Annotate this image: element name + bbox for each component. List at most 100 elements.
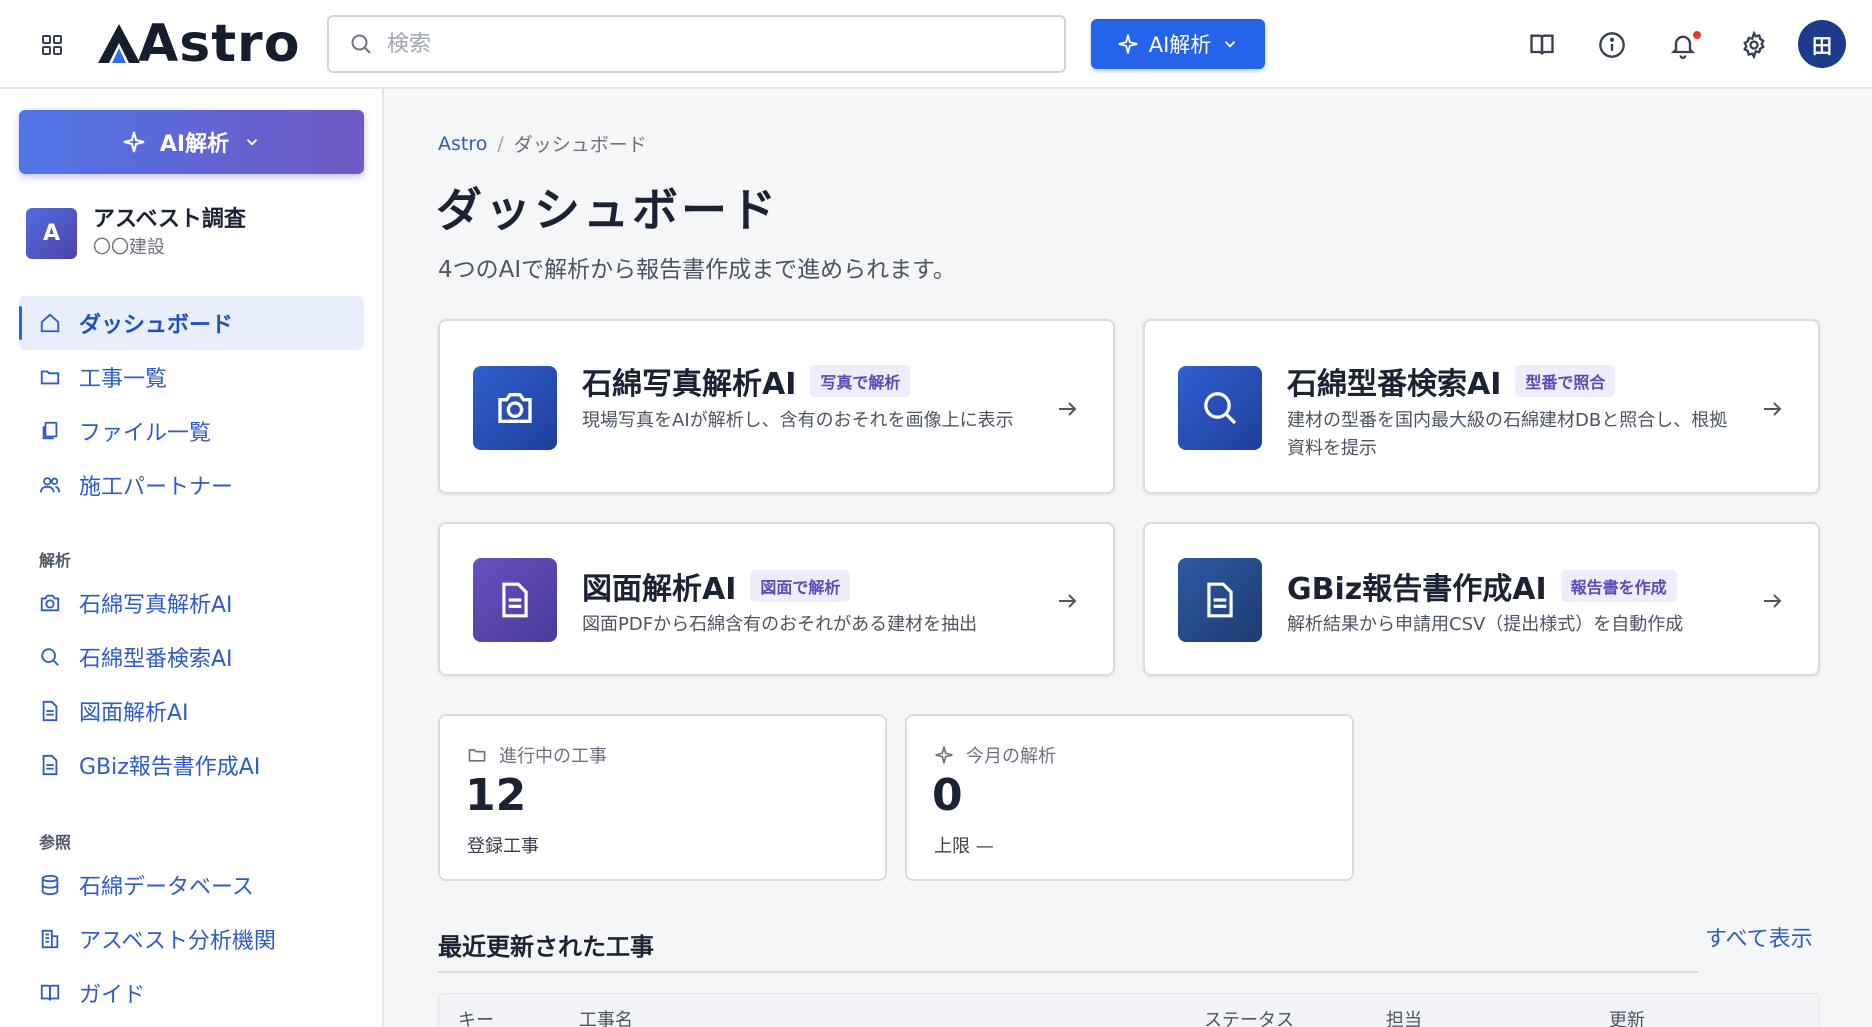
sidebar-item-gbiz-ai[interactable]: GBiz報告書作成AI xyxy=(19,738,364,792)
sparkle-icon xyxy=(123,131,145,153)
arrow-right-icon xyxy=(1764,594,1782,608)
sidebar-item-drawing-ai[interactable]: 図面解析AI xyxy=(19,684,364,738)
arrow-right-icon xyxy=(1059,594,1077,608)
card-description: 現場写真をAIが解析し、含有のおそれを画像上に表示 xyxy=(582,410,1014,431)
stat-sub: 登録工事 xyxy=(467,836,539,857)
sidebar-item-label: 石綿データベース xyxy=(79,875,254,900)
card-title: 石綿写真解析AI xyxy=(582,367,797,402)
search-icon xyxy=(41,648,59,666)
database-icon xyxy=(41,874,59,896)
document-icon xyxy=(42,700,58,722)
gear-icon[interactable] xyxy=(1740,31,1768,59)
card-drawing-ai[interactable]: 図面解析AI 図面で解析 図面PDFから石綿含有のおそれがある建材を抽出 xyxy=(438,522,1115,676)
astro-logo[interactable]: Astro xyxy=(96,18,300,70)
divider xyxy=(438,971,1698,973)
column-header-key[interactable]: キー xyxy=(458,1006,494,1027)
sidebar-item-label: 施工パートナー xyxy=(79,475,234,500)
stat-label: 今月の解析 xyxy=(966,746,1056,767)
camera-icon xyxy=(40,594,60,612)
search-icon xyxy=(351,34,371,54)
sidebar-item-asbestos-db[interactable]: 石綿データベース xyxy=(19,858,364,912)
document-icon xyxy=(502,582,528,618)
stat-label: 進行中の工事 xyxy=(499,746,607,767)
card-icon-box xyxy=(473,558,557,642)
breadcrumb-separator: / xyxy=(497,132,504,155)
project-switcher[interactable]: A アスベスト調査 〇〇建設 xyxy=(26,201,246,265)
sidebar-item-label: GBiz報告書作成AI xyxy=(79,755,261,780)
folder-icon xyxy=(468,749,486,762)
stat-monthly-analyses: 今月の解析 0 上限 — xyxy=(905,714,1354,881)
card-title: 石綿型番検索AI xyxy=(1287,367,1502,402)
sparkle-icon xyxy=(1118,34,1138,54)
card-tag: 型番で照合 xyxy=(1515,365,1616,397)
sidebar-item-label: 石綿写真解析AI xyxy=(79,593,233,618)
sidebar-item-guide[interactable]: ガイド xyxy=(19,966,364,1020)
arrow-right-icon xyxy=(1764,402,1782,416)
sidebar-item-files[interactable]: ファイル一覧 xyxy=(19,404,364,458)
stat-value: 12 xyxy=(465,770,527,821)
sidebar-item-label: 図面解析AI xyxy=(79,701,189,726)
card-icon-box xyxy=(1178,558,1262,642)
sidebar-item-label: 石綿型番検索AI xyxy=(79,647,233,672)
sidebar-item-dashboard[interactable]: ダッシュボード xyxy=(19,296,364,350)
stat-sub: 上限 — xyxy=(934,836,994,857)
notification-dot xyxy=(1693,31,1701,39)
column-header-assignee[interactable]: 担当 xyxy=(1386,1006,1422,1027)
card-icon-box xyxy=(473,366,557,450)
home-icon xyxy=(40,313,60,333)
card-photo-ai[interactable]: 石綿写真解析AI 写真で解析 現場写真をAIが解析し、含有のおそれを画像上に表示 xyxy=(438,319,1115,494)
sidebar-ai-analysis-label: AI解析 xyxy=(159,132,230,157)
sidebar-item-projects[interactable]: 工事一覧 xyxy=(19,350,364,404)
camera-icon xyxy=(498,393,532,423)
sidebar-item-labs[interactable]: アスベスト分析機関 xyxy=(19,912,364,966)
user-avatar[interactable]: 田 xyxy=(1798,20,1846,68)
document-icon xyxy=(42,754,58,776)
sidebar-item-label: ガイド xyxy=(79,983,146,1008)
see-all-link[interactable]: すべて表示 xyxy=(1705,921,1813,953)
header-ai-analysis-label: AI解析 xyxy=(1148,33,1212,57)
sidebar-section-reference: 参照 xyxy=(39,833,72,852)
column-header-status[interactable]: ステータス xyxy=(1204,1006,1294,1027)
building-icon xyxy=(41,929,59,949)
page-title: ダッシュボード xyxy=(436,183,779,237)
sidebar-item-photo-ai[interactable]: 石綿写真解析AI xyxy=(19,576,364,630)
header-ai-analysis-button[interactable]: AI解析 xyxy=(1091,19,1265,69)
card-tag: 報告書を作成 xyxy=(1560,570,1677,602)
card-description: 建材の型番を国内最大級の石綿建材DBと照合し、根拠資料を提示 xyxy=(1287,410,1728,459)
search-box[interactable] xyxy=(327,15,1066,73)
sidebar-item-model-search-ai[interactable]: 石綿型番検索AI xyxy=(19,630,364,684)
stat-active-projects: 進行中の工事 12 登録工事 xyxy=(438,714,887,881)
sidebar-item-label: アスベスト分析機関 xyxy=(79,929,276,954)
book-icon xyxy=(40,984,60,1001)
card-tag: 図面で解析 xyxy=(750,570,851,602)
page-subtitle: 4つのAIで解析から報告書作成まで進められます。 xyxy=(438,257,956,283)
sidebar: AI解析 A アスベスト調査 〇〇建設 ダッシュボード 工事一覧 ファイル一覧 … xyxy=(0,89,384,1027)
column-header-updated[interactable]: 更新 xyxy=(1609,1006,1645,1027)
sparkle-icon xyxy=(935,746,953,764)
grid-icon[interactable] xyxy=(40,33,64,57)
search-input[interactable] xyxy=(387,31,1047,57)
card-gbiz-ai[interactable]: GBiz報告書作成AI 報告書を作成 解析結果から申請用CSV（提出様式）を自動… xyxy=(1143,522,1820,676)
book-icon[interactable] xyxy=(1528,31,1556,59)
chevron-down-icon xyxy=(246,139,258,146)
column-header-name[interactable]: 工事名 xyxy=(579,1006,633,1027)
card-model-search-ai[interactable]: 石綿型番検索AI 型番で照合 建材の型番を国内最大級の石綿建材DBと照合し、根拠… xyxy=(1143,319,1820,494)
breadcrumb-root[interactable]: Astro xyxy=(438,133,487,155)
chevron-down-icon xyxy=(1225,41,1236,48)
sidebar-item-label: ファイル一覧 xyxy=(79,421,212,446)
card-title: GBiz報告書作成AI xyxy=(1287,572,1547,607)
info-icon[interactable] xyxy=(1598,31,1626,59)
project-avatar: A xyxy=(26,207,77,259)
arrow-right-icon xyxy=(1059,402,1077,416)
top-header: Astro AI解析 田 xyxy=(0,0,1872,89)
sidebar-item-partners[interactable]: 施工パートナー xyxy=(19,458,364,512)
folder-icon xyxy=(40,370,60,385)
logo-text: Astro xyxy=(138,14,301,74)
sidebar-item-label: 工事一覧 xyxy=(79,367,168,392)
files-icon xyxy=(42,421,58,440)
sidebar-ai-analysis-button[interactable]: AI解析 xyxy=(19,110,364,174)
card-description: 図面PDFから石綿含有のおそれがある建材を抽出 xyxy=(582,614,978,635)
card-title: 図面解析AI xyxy=(582,572,737,607)
recent-projects-title: 最近更新された工事 xyxy=(438,933,654,961)
card-icon-box xyxy=(1178,366,1262,450)
